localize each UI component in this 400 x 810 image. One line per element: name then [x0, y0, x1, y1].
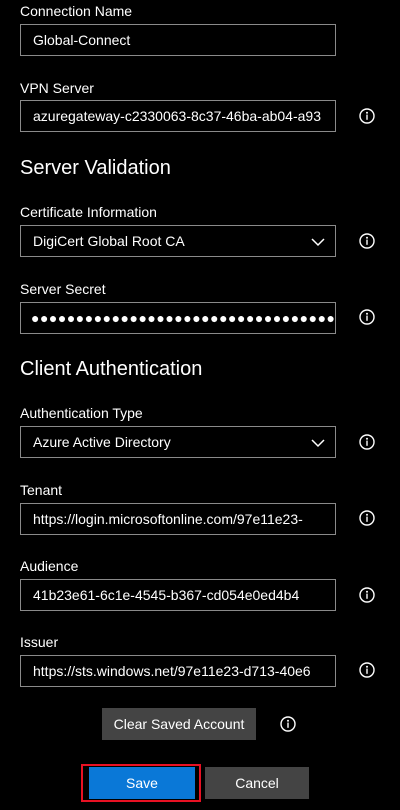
audience-input[interactable]: [21, 580, 335, 610]
server-secret-input[interactable]: [21, 303, 335, 333]
certificate-information-select[interactable]: DigiCert Global Root CA: [20, 225, 336, 257]
server-secret-field[interactable]: [20, 302, 336, 334]
audience-label: Audience: [20, 558, 79, 574]
authentication-type-label: Authentication Type: [20, 405, 143, 421]
server-validation-heading: Server Validation: [20, 157, 171, 179]
chevron-down-icon: [311, 235, 325, 253]
info-icon[interactable]: [359, 309, 375, 325]
issuer-input[interactable]: [21, 656, 335, 686]
vpn-server-input[interactable]: [21, 101, 335, 131]
info-icon[interactable]: [359, 108, 375, 124]
authentication-type-select[interactable]: Azure Active Directory: [20, 426, 336, 458]
info-icon[interactable]: [359, 587, 375, 603]
issuer-label: Issuer: [20, 634, 59, 650]
authentication-type-value: Azure Active Directory: [33, 434, 171, 450]
chevron-down-icon: [311, 436, 325, 454]
vpn-server-label: VPN Server: [20, 80, 94, 96]
info-icon[interactable]: [359, 434, 375, 450]
vpn-server-field[interactable]: [20, 100, 336, 132]
certificate-information-value: DigiCert Global Root CA: [33, 233, 185, 249]
info-icon[interactable]: [359, 233, 375, 249]
issuer-field[interactable]: [20, 655, 336, 687]
tenant-field[interactable]: [20, 503, 336, 535]
certificate-information-label: Certificate Information: [20, 204, 157, 220]
tenant-input[interactable]: [21, 504, 335, 534]
tenant-label: Tenant: [20, 482, 63, 498]
info-icon[interactable]: [359, 662, 375, 678]
audience-field[interactable]: [20, 579, 336, 611]
connection-name-input[interactable]: [21, 25, 335, 55]
cancel-button[interactable]: Cancel: [205, 767, 309, 799]
info-icon[interactable]: [359, 510, 375, 526]
connection-name-label: Connection Name: [20, 3, 133, 19]
save-button[interactable]: Save: [89, 767, 195, 799]
info-icon[interactable]: [280, 716, 296, 732]
connection-name-field[interactable]: [20, 24, 336, 56]
server-secret-label: Server Secret: [20, 281, 106, 297]
client-authentication-heading: Client Authentication: [20, 358, 203, 380]
clear-saved-account-button[interactable]: Clear Saved Account: [102, 708, 256, 740]
